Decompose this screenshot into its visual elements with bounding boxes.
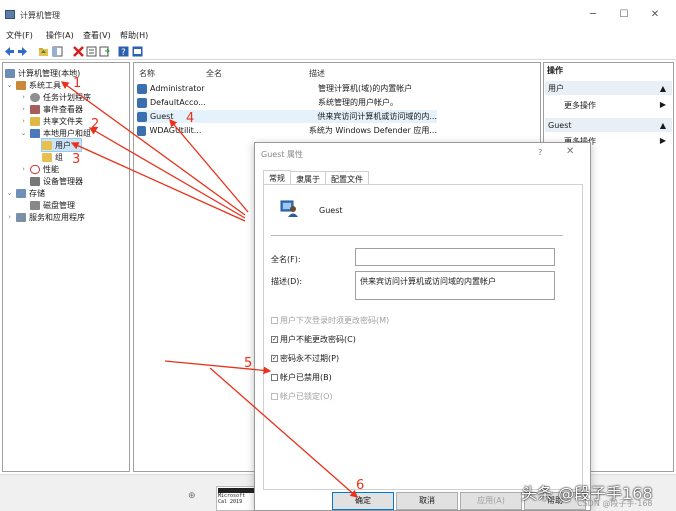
arrow-to-account-disabled: [164, 360, 272, 375]
annotation-6: 6: [356, 478, 365, 493]
annotation-arrows: [60, 81, 358, 498]
arrow-to-guest: [169, 119, 249, 213]
screenshot-root: 计算机管理 ─ ☐ ✕ 文件(F) 操作(A) 查看(V) 帮助(H) ? 计算…: [0, 0, 676, 511]
arrow-to-system-tools: [60, 81, 246, 216]
annotation-3: 3: [72, 152, 81, 167]
annotation-4: 4: [186, 111, 195, 126]
annotation-5: 5: [244, 356, 253, 371]
watermark-csdn: CSDN @段子手-168: [577, 499, 653, 508]
annotation-2: 2: [91, 117, 100, 132]
arrow-to-ok-button: [209, 367, 358, 498]
arrow-to-local-users: [88, 127, 246, 219]
annotation-1: 1: [73, 76, 82, 91]
arrow-to-users: [70, 142, 246, 222]
